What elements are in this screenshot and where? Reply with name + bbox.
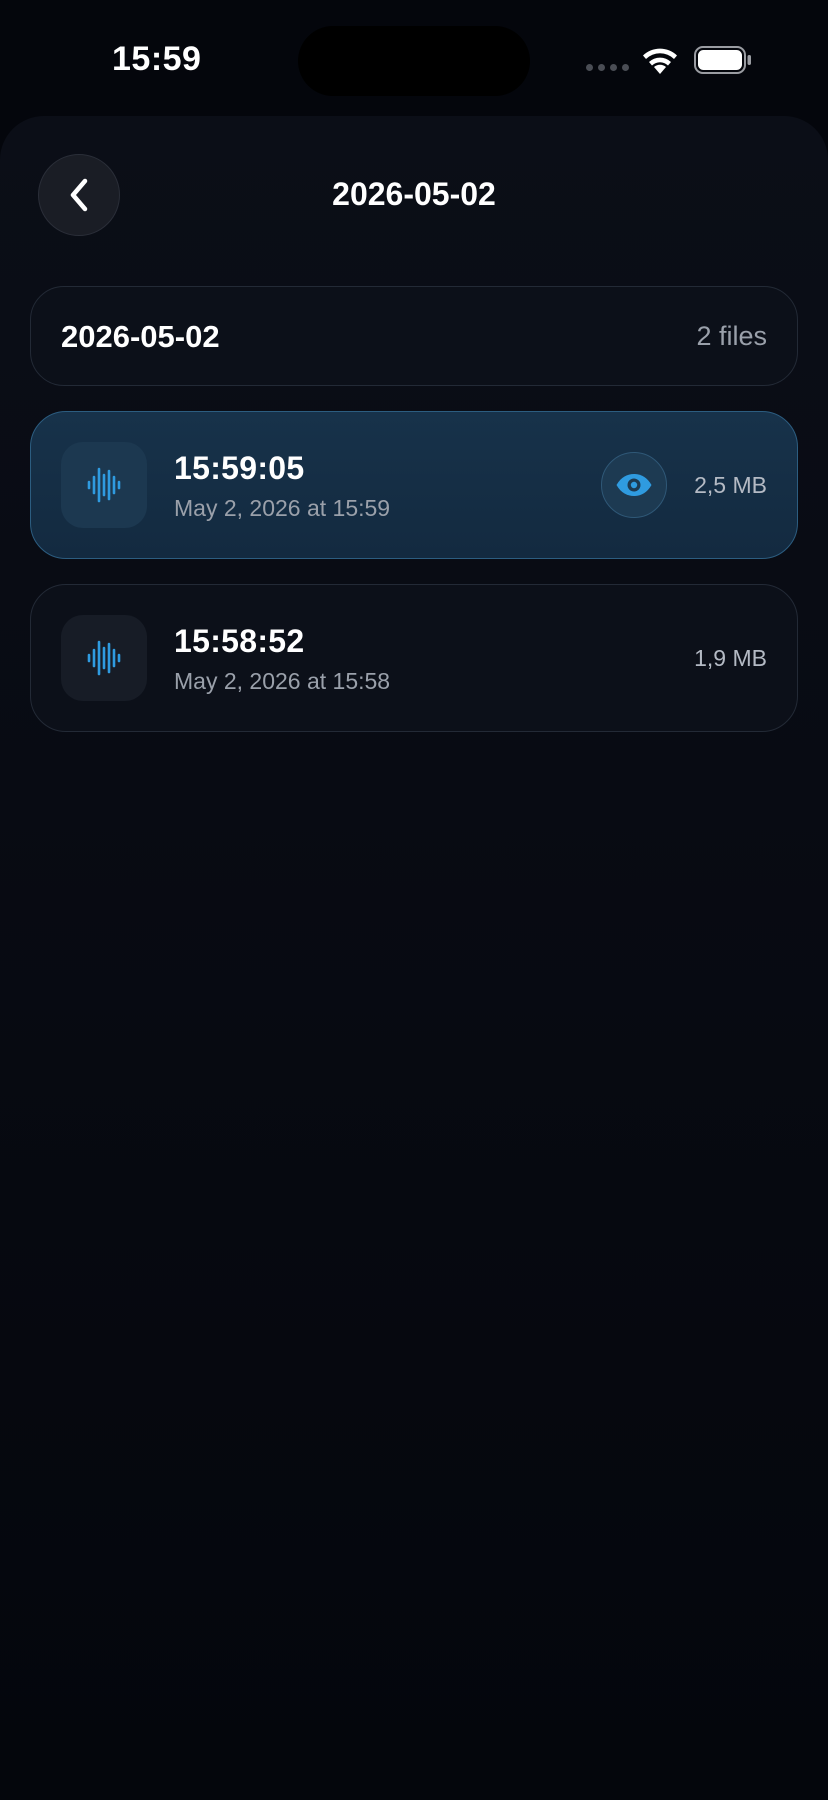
recording-title: 15:59:05: [174, 450, 305, 486]
status-bar: 15:59: [0, 0, 828, 110]
waveform-icon: [87, 467, 121, 503]
recording-date: May 2, 2026 at 15:59: [174, 495, 391, 521]
group-date-label: 2026-05-02: [61, 319, 220, 354]
status-time: 15:59: [112, 40, 202, 78]
recording-thumbnail: [61, 442, 147, 528]
recording-size: 2,5 MB: [694, 472, 767, 498]
preview-button[interactable]: [601, 452, 667, 518]
battery-icon: [694, 46, 752, 79]
content-sheet: 2026-05-02 2026-05-02 2 files 15:59:05 M…: [0, 116, 828, 1800]
screen: 15:59 2026-05-02 2026-05-02 2 files 15:5…: [0, 0, 828, 1800]
group-file-count: 2 files: [696, 321, 767, 351]
recording-list-item[interactable]: 15:59:05 May 2, 2026 at 15:59 2,5 MB: [30, 411, 798, 559]
wifi-icon: [640, 44, 680, 81]
waveform-icon: [87, 640, 121, 676]
eye-icon: [616, 474, 652, 496]
recording-size: 1,9 MB: [694, 645, 767, 671]
recording-thumbnail: [61, 615, 147, 701]
recording-list-item[interactable]: 15:58:52 May 2, 2026 at 15:58 1,9 MB: [30, 584, 798, 732]
page-title: 2026-05-02: [332, 176, 496, 212]
dynamic-island: [298, 26, 530, 96]
recording-date: May 2, 2026 at 15:58: [174, 668, 391, 694]
recording-title: 15:58:52: [174, 623, 305, 659]
date-group-header: 2026-05-02 2 files: [30, 286, 798, 386]
cellular-signal-icon: [586, 64, 629, 71]
